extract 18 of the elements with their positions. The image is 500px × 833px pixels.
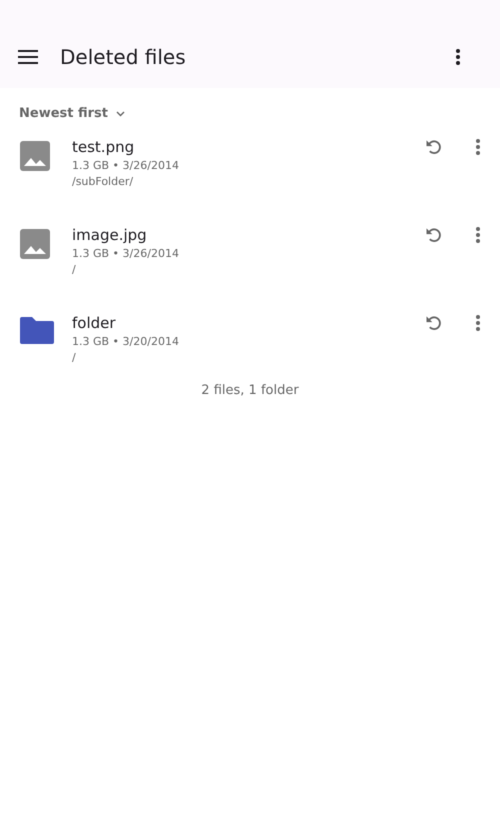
file-path: /: [72, 350, 77, 366]
image-icon: [20, 141, 50, 171]
file-path: /: [72, 262, 77, 278]
file-name: test.png: [72, 137, 136, 158]
file-details: 1.3 GB • 3/20/2014: [72, 334, 180, 350]
image-icon: [20, 229, 50, 259]
file-name: folder: [72, 313, 117, 334]
file-path: /subFolder/: [72, 174, 134, 190]
menu-icon[interactable]: [18, 50, 38, 64]
more-options-icon[interactable]: [456, 49, 460, 65]
sort-dropdown[interactable]: Newest first: [19, 106, 126, 121]
item-count: 2 files, 1 folder: [200, 383, 300, 398]
file-name: image.jpg: [72, 225, 148, 246]
app-bar-title: Deleted files: [60, 45, 187, 69]
folder-icon: [20, 317, 54, 344]
chevron-down-icon: [116, 110, 126, 116]
file-details: 1.3 GB • 3/26/2014: [72, 246, 180, 262]
file-details: 1.3 GB • 3/26/2014: [72, 158, 180, 174]
